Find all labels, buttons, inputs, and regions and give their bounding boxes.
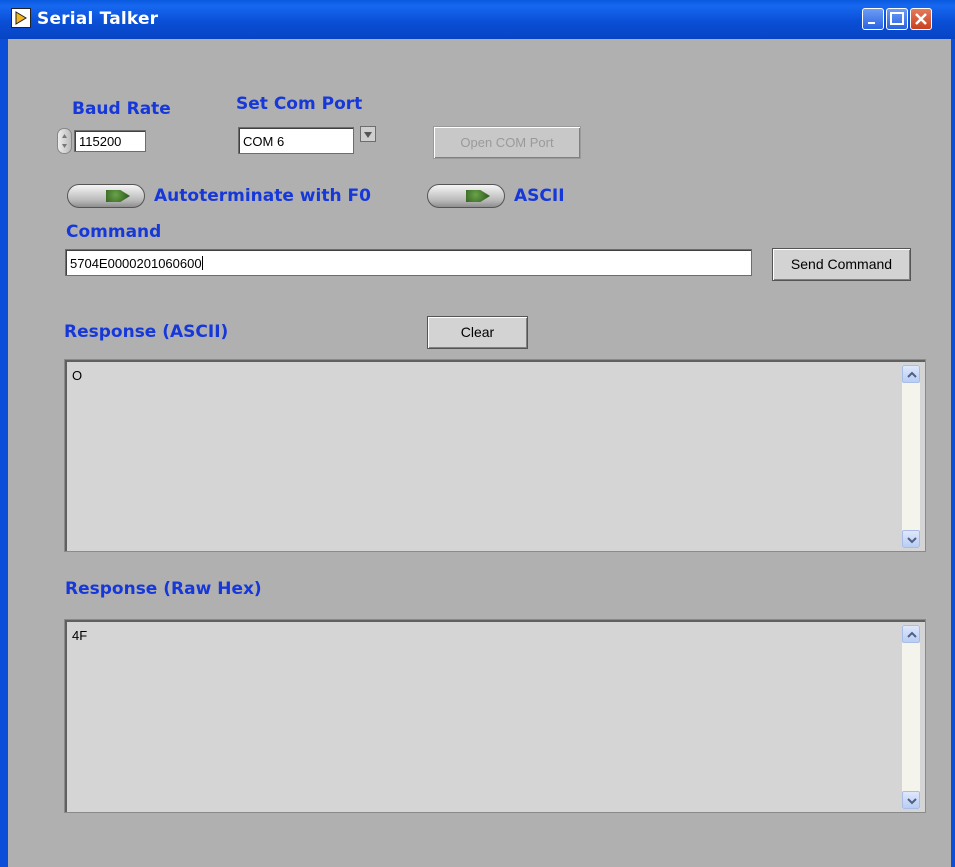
response-hex-scrollbar[interactable]	[902, 625, 920, 809]
baud-rate-spinner[interactable]	[57, 128, 72, 154]
open-com-port-button[interactable]: Open COM Port	[433, 126, 581, 159]
serial-talker-window: Serial Talker Baud Rate 115200 Set Com P…	[0, 0, 955, 867]
window-frame-left	[0, 39, 8, 867]
led-indicator	[106, 190, 130, 202]
ascii-toggle[interactable]	[427, 184, 505, 208]
response-hex-output[interactable]: 4F	[64, 619, 926, 813]
autoterminate-label: Autoterminate with F0	[154, 186, 371, 206]
autoterminate-toggle[interactable]	[67, 184, 145, 208]
window-frame-right	[951, 39, 955, 867]
text-cursor	[201, 256, 203, 270]
command-value: 5704E0000201060600	[70, 256, 202, 271]
baud-rate-label: Baud Rate	[72, 99, 171, 119]
title-bar[interactable]: Serial Talker	[0, 0, 955, 39]
scroll-down-icon[interactable]	[902, 530, 920, 548]
scroll-down-icon[interactable]	[902, 791, 920, 809]
ascii-toggle-label: ASCII	[514, 186, 565, 206]
command-label: Command	[66, 222, 162, 242]
com-port-select[interactable]: COM 6	[238, 127, 354, 154]
response-ascii-label: Response (ASCII)	[64, 322, 229, 342]
clear-button[interactable]: Clear	[427, 316, 528, 349]
scroll-up-icon[interactable]	[902, 625, 920, 643]
response-ascii-scrollbar[interactable]	[902, 365, 920, 548]
command-input[interactable]: 5704E0000201060600	[65, 249, 752, 276]
maximize-icon[interactable]	[886, 8, 908, 30]
response-hex-text: 4F	[72, 628, 88, 643]
minimize-icon[interactable]	[862, 8, 884, 30]
window-title: Serial Talker	[37, 9, 159, 29]
com-port-label: Set Com Port	[236, 94, 363, 114]
response-ascii-text: O	[72, 368, 83, 383]
close-icon[interactable]	[910, 8, 932, 30]
baud-rate-input[interactable]: 115200	[74, 130, 146, 152]
scroll-up-icon[interactable]	[902, 365, 920, 383]
response-hex-label: Response (Raw Hex)	[65, 579, 262, 599]
app-icon	[11, 8, 31, 28]
chevron-down-icon[interactable]	[360, 126, 376, 142]
led-indicator	[466, 190, 490, 202]
send-command-button[interactable]: Send Command	[772, 248, 911, 281]
response-ascii-output[interactable]: O	[64, 359, 926, 552]
